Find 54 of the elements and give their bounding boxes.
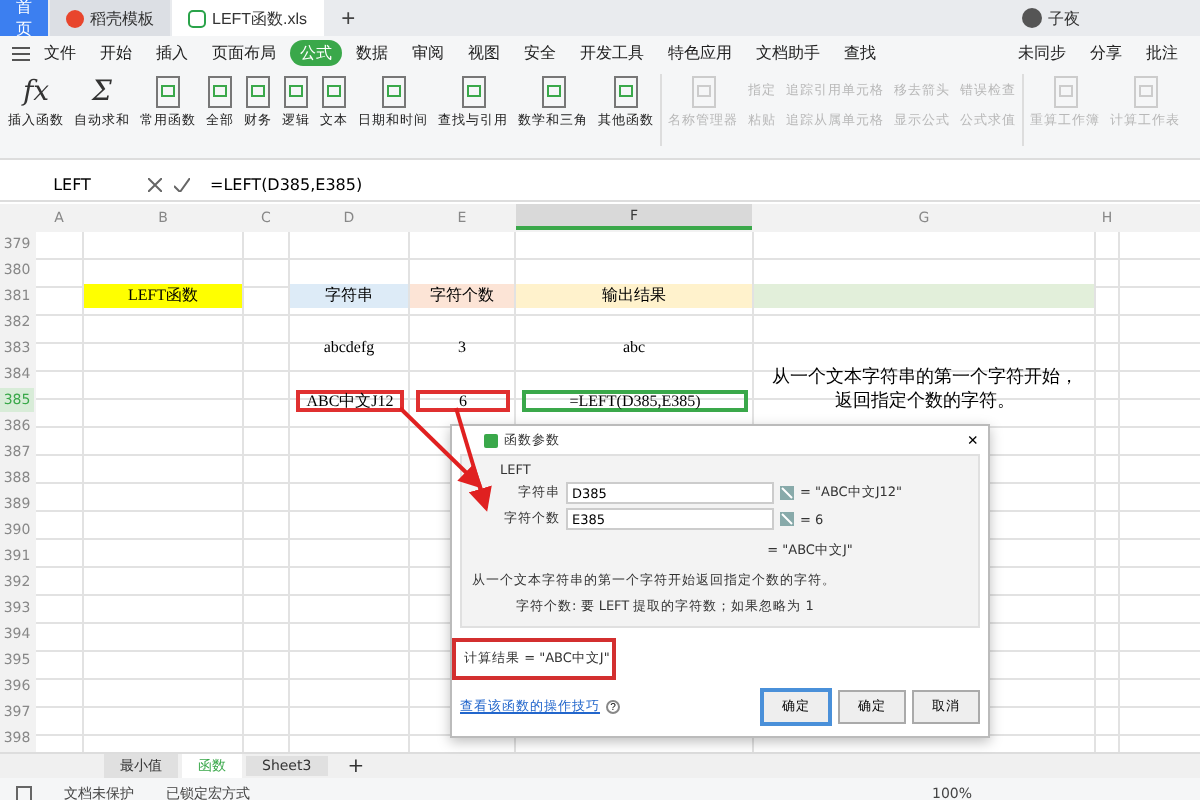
- table-cell-text: abcdefg: [321, 336, 377, 360]
- menu-tab[interactable]: 数据: [346, 40, 398, 66]
- confirm-icon[interactable]: [174, 177, 190, 191]
- menu-tab[interactable]: 开始: [90, 40, 142, 66]
- menu-tab[interactable]: 文档助手: [746, 40, 830, 66]
- toolbar-button[interactable]: 未同步: [1008, 40, 1076, 66]
- menu-tab[interactable]: 文件: [34, 40, 86, 66]
- new-tab-button[interactable]: +: [325, 0, 372, 36]
- document-icon: [614, 76, 638, 108]
- user-name[interactable]: 子夜: [1048, 7, 1080, 29]
- close-button[interactable]: ×: [967, 430, 978, 450]
- menu-icon[interactable]: [12, 45, 30, 61]
- table-cell: =LEFT(D385,E385): [522, 390, 748, 412]
- document-icon: [246, 76, 270, 108]
- document-icon: [461, 76, 485, 108]
- function-icon: Σ: [92, 76, 112, 108]
- table-cell: 字符个数: [410, 284, 514, 308]
- document-icon: [322, 76, 346, 108]
- document-icon: [691, 76, 715, 108]
- menu-tab[interactable]: 开发工具: [570, 40, 654, 66]
- document-icon: [208, 76, 232, 108]
- sheet-file-icon: [188, 9, 206, 27]
- toolbar-button[interactable]: 分享: [1080, 40, 1132, 66]
- table-cell-text: abc: [620, 336, 648, 360]
- table-cell-text: 3: [456, 336, 468, 360]
- document-icon: [541, 76, 565, 108]
- docer-logo-icon: [66, 9, 84, 27]
- table-cell-text: 从一个文本字符串的第一个字符开始，返回指定个数的字符。: [770, 364, 1080, 414]
- table-cell: 字符串: [290, 284, 408, 308]
- document-icon: [1053, 76, 1077, 108]
- menu-tab[interactable]: 页面布局: [202, 40, 286, 66]
- document-icon: [284, 76, 308, 108]
- function-icon: fx: [22, 76, 50, 108]
- app-icon: [484, 433, 498, 447]
- table-cell: LEFT函数: [84, 284, 242, 308]
- tab[interactable]: LEFT函数.xls: [172, 0, 324, 36]
- menu-tab[interactable]: 插入: [146, 40, 198, 66]
- add-sheet-button[interactable]: +: [331, 753, 381, 779]
- menu-tab[interactable]: 特色应用: [658, 40, 742, 66]
- document-icon: [381, 76, 405, 108]
- table-cell: 6: [416, 390, 510, 412]
- menu-tab[interactable]: 安全: [514, 40, 566, 66]
- document-icon: [1133, 76, 1157, 108]
- cancel-icon[interactable]: [148, 177, 162, 191]
- document-icon: [156, 76, 180, 108]
- tab[interactable]: 稻壳模板: [50, 0, 170, 36]
- menu-tab[interactable]: 视图: [458, 40, 510, 66]
- table-cell: ABC中文J12: [296, 390, 404, 412]
- toolbar-button[interactable]: 批注: [1136, 40, 1188, 66]
- menu-tab[interactable]: 审阅: [402, 40, 454, 66]
- avatar-icon: [1022, 8, 1042, 28]
- table-cell: 输出结果: [516, 284, 752, 308]
- file-icon: [16, 785, 32, 800]
- menu-tab[interactable]: 查找: [834, 40, 886, 66]
